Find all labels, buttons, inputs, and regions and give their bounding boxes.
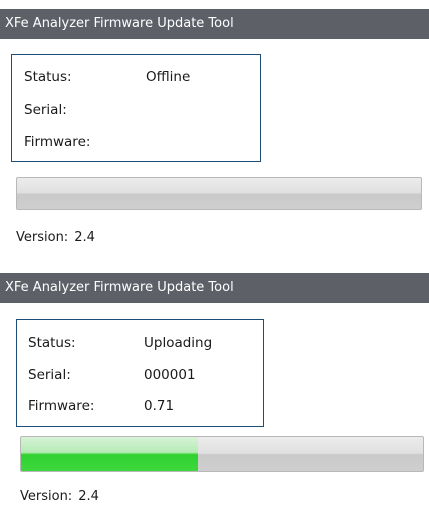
serial-label: Serial: [24,102,67,118]
device-status-box: Status: Offline Serial: Firmware: [11,54,261,162]
serial-label: Serial: [28,367,71,383]
updater-window-offline: XFe Analyzer Firmware Update Tool Status… [0,0,429,255]
version-label: Version: [20,489,73,504]
status-label: Status: [24,69,72,85]
device-status-box: Status: Uploading Serial: 000001 Firmwar… [16,319,264,427]
progress-fill [21,437,198,471]
version-text: Version: 2.4 [20,489,99,504]
window-title: XFe Analyzer Firmware Update Tool [0,273,429,303]
firmware-label: Firmware: [28,398,95,414]
updater-window-uploading: XFe Analyzer Firmware Update Tool Status… [0,255,429,510]
upload-progress-bar [20,436,424,472]
window-title: XFe Analyzer Firmware Update Tool [0,9,429,39]
status-value: Offline [146,69,191,85]
version-value: 2.4 [74,230,95,245]
firmware-label: Firmware: [24,134,91,150]
status-value: Uploading [144,335,213,351]
serial-value: 000001 [144,367,196,383]
upload-progress-bar [16,177,422,210]
firmware-value: 0.71 [144,398,175,414]
version-text: Version: 2.4 [16,230,95,245]
status-label: Status: [28,335,76,351]
version-value: 2.4 [78,489,99,504]
version-label: Version: [16,230,69,245]
